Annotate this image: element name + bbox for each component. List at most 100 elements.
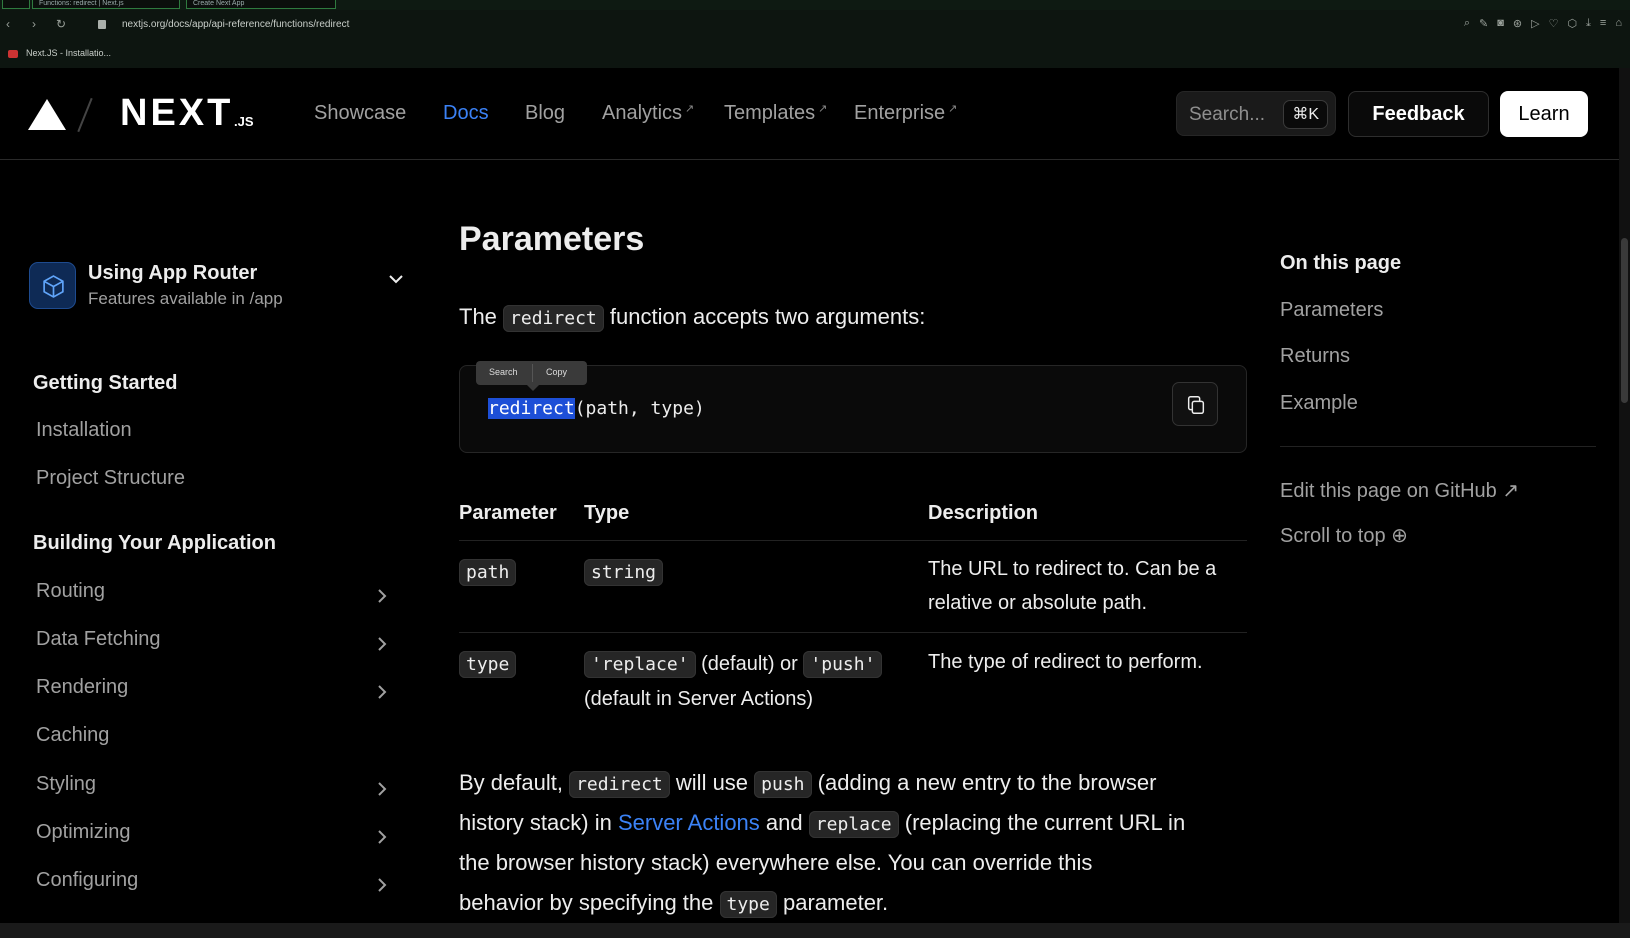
chevron-right-icon bbox=[378, 878, 387, 892]
table-row-path-param: path bbox=[459, 555, 517, 590]
edit-on-github-link[interactable]: Edit this page on GitHub ↗ bbox=[1280, 478, 1519, 503]
cube-icon[interactable]: ⬡ bbox=[1567, 17, 1577, 30]
chevron-right-icon bbox=[378, 685, 387, 699]
popup-divider bbox=[532, 364, 533, 382]
lock-icon bbox=[98, 20, 106, 29]
vercel-logo-icon[interactable] bbox=[28, 99, 66, 130]
bottom-bar bbox=[0, 923, 1630, 938]
body-paragraph-line: the browser history stack) everywhere el… bbox=[459, 850, 1093, 875]
table-row-path-type: string bbox=[584, 555, 664, 590]
toc-divider bbox=[1280, 446, 1596, 447]
intro-paragraph: The redirect function accepts two argume… bbox=[459, 304, 925, 332]
search-input[interactable]: Search... ⌘K bbox=[1176, 91, 1336, 136]
external-link-icon: ↗ bbox=[818, 103, 828, 115]
bookmarks-bar bbox=[0, 44, 1630, 68]
search-placeholder: Search... bbox=[1189, 104, 1266, 125]
table-divider bbox=[459, 632, 1247, 633]
section-heading-parameters: Parameters bbox=[459, 220, 645, 258]
nav-docs[interactable]: Docs bbox=[443, 102, 489, 125]
zoom-icon[interactable]: ⌕ bbox=[1464, 17, 1470, 30]
router-switcher-title[interactable]: Using App Router bbox=[88, 262, 257, 285]
browser-toolbar-icons: ⌕ ✎ ◙ ⊛ ▷ ♡ ⬡ ⤓ ≡ ⌂ bbox=[1464, 17, 1622, 30]
edit-icon[interactable]: ✎ bbox=[1479, 17, 1488, 30]
nav-templates[interactable]: Templates ↗ bbox=[724, 102, 827, 125]
copy-icon bbox=[1187, 396, 1205, 414]
selection-popup: Search Copy bbox=[476, 361, 587, 385]
selected-text[interactable]: redirect bbox=[488, 398, 575, 419]
sidebar-heading-building: Building Your Application bbox=[33, 532, 276, 554]
sidebar-heading-getting-started: Getting Started bbox=[33, 372, 178, 394]
table-header-type: Type bbox=[584, 502, 630, 524]
chevron-right-icon bbox=[378, 830, 387, 844]
sidebar-item-configuring[interactable]: Configuring bbox=[36, 869, 391, 903]
toc-item-returns[interactable]: Returns bbox=[1280, 345, 1350, 368]
page-scrollbar[interactable] bbox=[1619, 68, 1630, 923]
camera-icon[interactable]: ◙ bbox=[1497, 17, 1504, 30]
nav-analytics[interactable]: Analytics ↗ bbox=[602, 102, 694, 125]
profile-icon[interactable]: ⌂ bbox=[1615, 17, 1622, 30]
external-link-icon: ↗ bbox=[948, 103, 958, 115]
table-divider bbox=[459, 540, 1247, 541]
popup-copy-button[interactable]: Copy bbox=[546, 367, 567, 377]
nav-blog[interactable]: Blog bbox=[525, 102, 565, 125]
nextjs-logo-suffix: .JS bbox=[234, 114, 254, 129]
toc-item-parameters[interactable]: Parameters bbox=[1280, 299, 1383, 322]
copy-code-button[interactable] bbox=[1172, 382, 1218, 426]
back-icon[interactable]: ‹ bbox=[6, 17, 10, 31]
sidebar-item-routing[interactable]: Routing bbox=[36, 580, 391, 614]
chevron-right-icon bbox=[378, 637, 387, 651]
youtube-icon bbox=[8, 50, 18, 58]
heart-icon[interactable]: ♡ bbox=[1549, 17, 1559, 30]
table-header-description: Description bbox=[928, 502, 1039, 524]
table-row-type-param: type bbox=[459, 647, 517, 682]
external-link-icon: ↗ bbox=[685, 103, 695, 115]
nav-enterprise[interactable]: Enterprise ↗ bbox=[854, 102, 957, 125]
router-switcher-subtitle: Features available in /app bbox=[88, 289, 283, 308]
popup-search-button[interactable]: Search bbox=[489, 367, 518, 377]
browser-tab-extra[interactable] bbox=[2, 0, 30, 9]
forward-icon[interactable]: › bbox=[32, 17, 36, 31]
chevron-right-icon bbox=[378, 782, 387, 796]
sidebar-item-data-fetching[interactable]: Data Fetching bbox=[36, 628, 391, 662]
browser-tab-active[interactable]: Functions: redirect | Next.js bbox=[32, 0, 180, 9]
browser-tab[interactable]: Create Next App bbox=[186, 0, 336, 9]
table-row-type-type: 'replace' (default) or 'push' (default i… bbox=[584, 647, 904, 716]
toc-title: On this page bbox=[1280, 252, 1402, 274]
body-paragraph-line: history stack) in Server Actions and rep… bbox=[459, 810, 1185, 838]
download-icon[interactable]: ⤓ bbox=[1586, 17, 1591, 30]
browser-tabstrip: Functions: redirect | Next.js Create Nex… bbox=[0, 0, 1630, 10]
external-link-icon: ↗ bbox=[1502, 480, 1520, 502]
nextjs-logo[interactable]: NEXT bbox=[120, 92, 233, 135]
code-line[interactable]: redirect(path, type) bbox=[488, 398, 705, 419]
sidebar-item-caching[interactable]: Caching bbox=[36, 724, 391, 758]
settings-icon[interactable]: ⊛ bbox=[1513, 17, 1522, 30]
menu-icon[interactable]: ≡ bbox=[1600, 17, 1606, 30]
body-paragraph-line: behavior by specifying the type paramete… bbox=[459, 890, 888, 918]
sidebar-item-rendering[interactable]: Rendering bbox=[36, 676, 391, 710]
scrollbar-thumb[interactable] bbox=[1621, 238, 1628, 403]
server-actions-link[interactable]: Server Actions bbox=[618, 810, 760, 835]
scroll-to-top-link[interactable]: Scroll to top ⊕ bbox=[1280, 523, 1408, 548]
bookmark-item[interactable]: Next.JS - Installatio... bbox=[26, 48, 111, 58]
sidebar-item-optimizing[interactable]: Optimizing bbox=[36, 821, 391, 855]
table-header-parameter: Parameter bbox=[459, 502, 557, 524]
play-icon[interactable]: ▷ bbox=[1531, 17, 1539, 30]
chevron-right-icon bbox=[378, 589, 387, 603]
sidebar-item-project-structure[interactable]: Project Structure bbox=[36, 467, 391, 501]
sidebar-item-installation[interactable]: Installation bbox=[36, 419, 391, 453]
arrow-up-circle-icon: ⊕ bbox=[1391, 525, 1408, 547]
inline-code: redirect bbox=[503, 305, 604, 332]
table-row-type-description: The type of redirect to perform. bbox=[928, 651, 1203, 673]
url-field[interactable]: nextjs.org/docs/app/api-reference/functi… bbox=[122, 19, 349, 30]
toc-item-example[interactable]: Example bbox=[1280, 392, 1358, 415]
search-shortcut: ⌘K bbox=[1283, 100, 1328, 129]
body-paragraph-line: By default, redirect will use push (addi… bbox=[459, 770, 1156, 798]
app-router-icon[interactable] bbox=[29, 262, 76, 309]
table-row-path-description: The URL to redirect to. Can be a relativ… bbox=[928, 558, 1217, 614]
nav-showcase[interactable]: Showcase bbox=[314, 102, 406, 125]
reload-icon[interactable]: ↻ bbox=[56, 17, 66, 31]
sidebar-item-styling[interactable]: Styling bbox=[36, 773, 391, 807]
learn-button[interactable]: Learn bbox=[1500, 91, 1588, 137]
feedback-button[interactable]: Feedback bbox=[1348, 91, 1489, 137]
chevron-down-icon[interactable] bbox=[388, 274, 404, 284]
